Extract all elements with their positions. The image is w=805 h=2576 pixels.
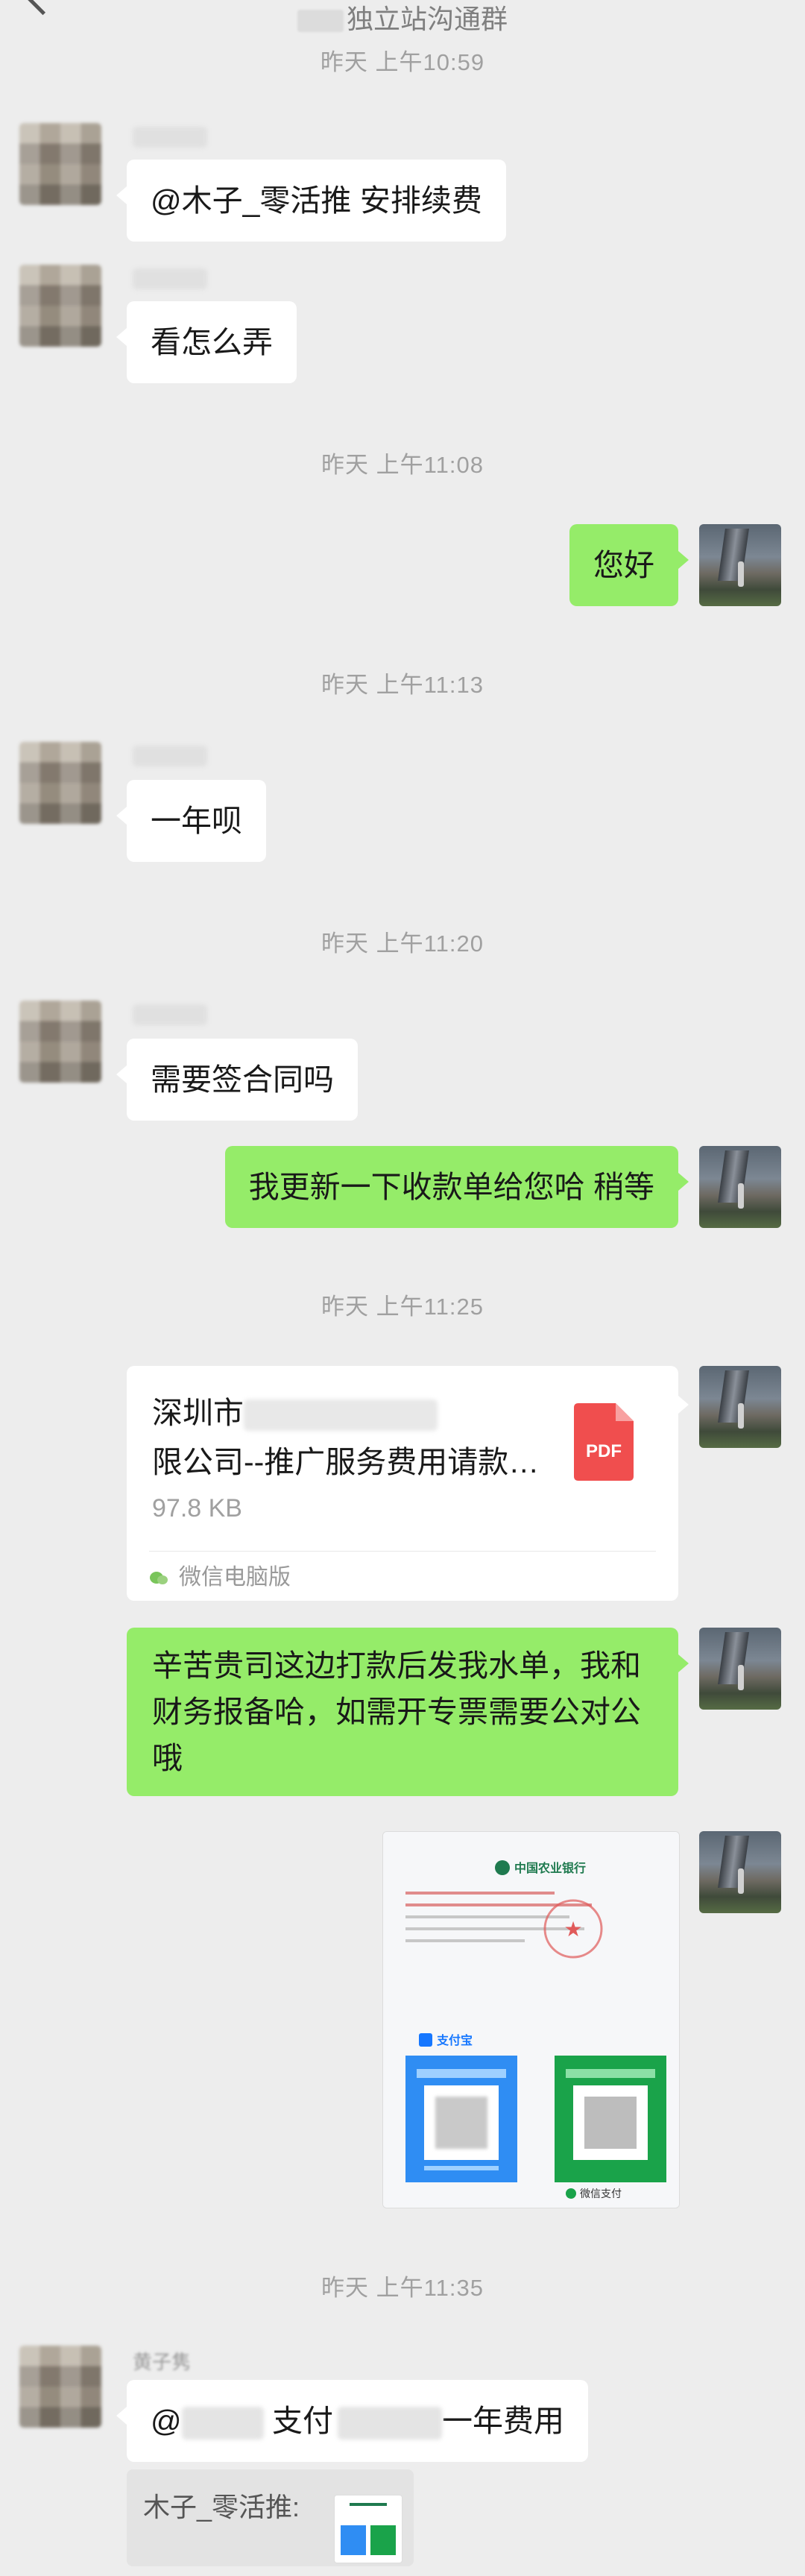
svg-text:PDF: PDF: [586, 1441, 622, 1461]
svg-text:★: ★: [564, 1917, 582, 1942]
avatar-self[interactable]: [699, 1366, 781, 1448]
avatar[interactable]: [19, 1001, 101, 1083]
payment-qr-image: 中国农业银行 ★ 支付宝 微信支付: [383, 1832, 679, 2208]
avatar-self[interactable]: [699, 1628, 781, 1710]
file-source-label: 微信电脑版: [179, 1565, 291, 1590]
sender-name: [133, 127, 207, 148]
message-bubble-self[interactable]: 您好: [569, 524, 689, 606]
timestamp: 昨天 上午11:08: [321, 452, 484, 478]
file-message-card[interactable]: 深圳市 限公司--推广服务费用请款… PDF 97.8 KB 微信电脑版: [127, 1366, 689, 1601]
quoted-image-thumbnail: [334, 2495, 402, 2563]
file-name: 深圳市 限公司--推广服务费用请款…: [152, 1396, 540, 1479]
file-size: 97.8 KB: [152, 1494, 242, 1522]
svg-text:支付宝: 支付宝: [436, 2033, 473, 2047]
message-bubble[interactable]: @ 支付 一年费用: [116, 2380, 589, 2462]
message-bubble-self[interactable]: 辛苦贵司这边打款后发我水单，我和财务报备哈，如需开专票需要公对公哦: [127, 1628, 689, 1796]
svg-text:微信支付: 微信支付: [580, 2188, 622, 2199]
mention-redaction: [181, 2407, 264, 2440]
svg-text:中国农业银行: 中国农业银行: [514, 1861, 586, 1875]
title-redaction: [297, 10, 344, 33]
sender-name: [133, 746, 207, 766]
avatar-self[interactable]: [699, 1831, 781, 1913]
quoted-message[interactable]: 木子_零活推:: [127, 2469, 414, 2566]
timestamp: 昨天 上午11:25: [321, 1294, 484, 1320]
avatar-self[interactable]: [699, 1146, 781, 1228]
message-bubble[interactable]: @木子_零活推 安排续费: [116, 160, 506, 242]
avatar[interactable]: [19, 123, 101, 205]
timestamp: 昨天 上午11:13: [321, 672, 484, 698]
message-bubble[interactable]: 一年呗: [116, 780, 266, 862]
sender-name: [133, 268, 207, 289]
divider: [149, 1551, 656, 1552]
avatar[interactable]: [19, 265, 101, 347]
pdf-file-icon: PDF: [574, 1403, 634, 1481]
timestamp: 昨天 上午11:35: [321, 2275, 484, 2301]
timestamp: 昨天 上午11:20: [321, 930, 484, 957]
message-bubble[interactable]: 看怎么弄: [116, 301, 297, 383]
timestamp: 昨天 上午10:59: [320, 49, 485, 75]
sender-name: [133, 1004, 207, 1025]
chat-title: 独立站沟通群: [0, 0, 805, 39]
avatar-self[interactable]: [699, 524, 781, 606]
wechat-pc-icon: [150, 1572, 168, 1584]
amount-redaction: [338, 2407, 443, 2440]
message-bubble-self[interactable]: 我更新一下收款单给您哈 稍等: [224, 1146, 689, 1228]
image-message[interactable]: 中国农业银行 ★ 支付宝 微信支付: [382, 1831, 680, 2208]
file-name-redaction: [244, 1399, 438, 1432]
sender-name: 黄子隽: [133, 2351, 192, 2373]
message-bubble[interactable]: 需要签合同吗: [116, 1039, 358, 1121]
avatar[interactable]: [19, 2346, 101, 2428]
avatar[interactable]: [19, 742, 101, 824]
